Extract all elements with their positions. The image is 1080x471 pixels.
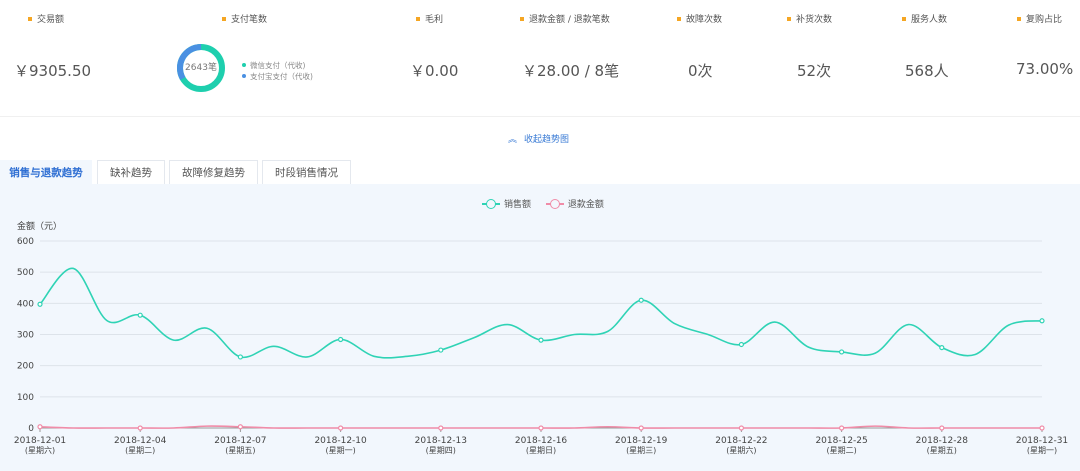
x-tick-weekday-label: (星期五) [225,446,255,455]
x-tick-label: 2018-12-01 [14,436,66,446]
bullet-icon [222,16,226,21]
refund-data-point [638,425,644,431]
refund-data-point [1039,425,1045,431]
x-tick-label: 2018-12-19 [615,436,668,446]
tab-hourly-sales[interactable]: 时段销售情况 [262,160,351,184]
x-tick-weekday-label: (星期六) [25,445,55,455]
x-tick-label: 2018-12-31 [1016,436,1068,446]
sales-data-point [237,354,243,360]
legend-dot-icon [242,63,246,67]
sales-data-point [137,312,143,318]
stats-row: 交易额 ￥9305.50 支付笔数 2643笔 微信支付（代收) 支付宝支付（代… [0,0,1080,116]
y-tick-label: 100 [17,393,34,403]
sales-data-point [838,349,845,355]
refund-value: ￥28.00 / 8笔 [522,62,620,80]
x-tick-label: 2018-12-13 [415,436,467,446]
restock-count-label: 补货次数 [787,12,832,25]
bullet-icon [787,16,791,21]
x-tick-label: 2018-12-07 [214,436,266,446]
bullet-icon [1017,16,1021,21]
refund-data-point [137,425,143,431]
x-tick-label: 2018-12-25 [815,436,867,446]
x-tick-label: 2018-12-16 [515,436,568,446]
x-tick-weekday-label: (星期二) [826,446,856,455]
bullet-icon [28,16,32,21]
tab-sales-refund-trend[interactable]: 销售与退款趋势 [0,160,92,184]
bullet-icon [416,16,420,21]
tab-fault-repair-trend[interactable]: 故障修复趋势 [169,160,258,184]
x-tick-weekday-label: (星期二) [125,446,155,455]
sales-data-point [1039,318,1045,324]
y-tick-label: 0 [28,424,34,434]
transaction-amount-value: ￥9305.50 [14,62,92,80]
payment-donut-chart: 2643笔 [176,43,226,93]
payment-legend-item: 微信支付（代收) [242,60,313,71]
payment-legend: 微信支付（代收) 支付宝支付（代收) [242,60,313,82]
collapse-bar: ︽ 收起趋势图 [0,116,1080,160]
legend-dot-icon [242,74,246,78]
x-tick-label: 2018-12-04 [114,436,167,446]
sales-data-point [37,301,43,307]
refund-data-point [939,425,945,431]
sales-data-point [338,336,344,343]
sales-series-line [39,267,1043,359]
refund-data-point [237,424,243,430]
x-tick-weekday-label: (星期日) [526,446,556,455]
bullet-icon [520,16,524,21]
refund-data-point [738,425,745,431]
sales-data-point [538,337,544,343]
payment-legend-item: 支付宝支付（代收) [242,71,313,82]
y-tick-label: 600 [17,237,34,247]
payment-count-label: 支付笔数 [222,12,267,25]
refund-data-point [838,425,845,431]
bullet-icon [677,16,681,21]
refund-label: 退款金额 / 退款笔数 [520,12,610,25]
fault-count-label: 故障次数 [677,12,722,25]
sales-data-point [939,344,945,351]
x-tick-label: 2018-12-22 [715,436,767,446]
refund-data-point [37,424,43,430]
collapse-trend-button[interactable]: ︽ 收起趋势图 [508,132,569,145]
transaction-amount-label: 交易额 [28,12,64,25]
service-count-label: 服务人数 [902,12,947,25]
y-tick-label: 200 [17,362,34,372]
x-tick-weekday-label: (星期五) [927,446,957,455]
restock-count-value: 52次 [797,62,832,80]
refund-data-point [538,425,544,431]
gross-profit-label: 毛利 [416,12,443,25]
gross-profit-value: ￥0.00 [410,62,459,80]
double-chevron-up-icon: ︽ [508,135,518,145]
trend-tabs: 销售与退款趋势 缺补趋势 故障修复趋势 时段销售情况 [0,160,1080,184]
x-tick-label: 2018-12-10 [314,436,367,446]
x-tick-weekday-label: (星期一) [1027,446,1057,455]
payment-count-value: 2643笔 [185,63,217,73]
bullet-icon [902,16,906,21]
y-tick-label: 500 [17,268,34,278]
sales-data-point [638,297,644,303]
repurchase-ratio-value: 73.00% [1016,60,1074,78]
sales-data-point [738,341,745,348]
sales-data-point [438,347,444,353]
service-count-value: 568人 [905,62,949,80]
x-tick-weekday-label: (星期一) [325,446,355,455]
x-tick-weekday-label: (星期六) [726,445,756,455]
chart-panel: 销售额 退款金额 金额（元） 0 100 200 300 400 500 600 2018-1… [0,184,1080,471]
y-tick-label: 400 [17,299,34,309]
x-tick-label: 2018-12-28 [916,436,969,446]
refund-data-point [338,425,344,431]
y-tick-label: 300 [17,331,34,341]
x-tick-weekday-label: (星期三) [626,446,656,455]
x-tick-weekday-label: (星期四) [426,446,456,455]
fault-count-value: 0次 [688,62,713,80]
sales-refund-line-chart: 01002003004005006002018-12-01(星期六)2018-1… [14,237,1068,455]
repurchase-ratio-label: 复购占比 [1017,12,1062,25]
tab-restock-trend[interactable]: 缺补趋势 [97,160,165,184]
refund-data-point [438,425,444,431]
